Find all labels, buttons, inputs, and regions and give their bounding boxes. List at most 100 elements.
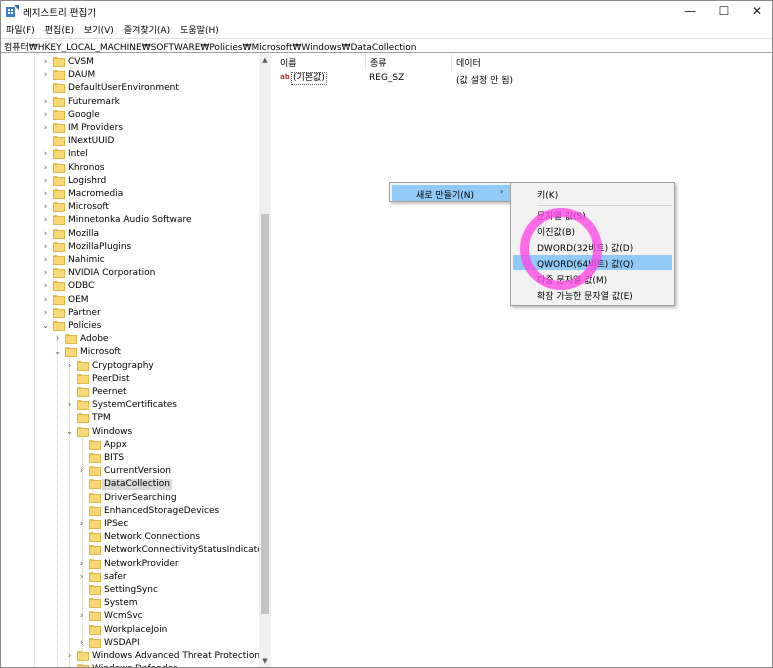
submenu-item-binary-value[interactable]: 이진값(B) — [513, 223, 672, 238]
tree-node[interactable]: › Macromedia — [1, 188, 259, 201]
tree-node[interactable]: Peernet — [1, 386, 259, 399]
menu-favorites[interactable]: 즐겨찾기(A) — [119, 22, 175, 37]
tree-node[interactable]: › Cryptography — [1, 360, 259, 373]
chevron-right-icon[interactable]: › — [77, 465, 86, 478]
tree-node[interactable]: › Partner — [1, 307, 259, 320]
chevron-right-icon[interactable]: › — [77, 571, 86, 584]
tree-node[interactable]: DefaultUserEnvironment — [1, 82, 259, 95]
scroll-thumb[interactable] — [261, 214, 269, 614]
tree-node[interactable]: ⌄ Policies — [1, 320, 259, 333]
tree-node[interactable]: › Logishrd — [1, 175, 259, 188]
chevron-right-icon[interactable]: › — [77, 558, 86, 571]
tree-node[interactable]: › DAUM — [1, 69, 259, 82]
chevron-right-icon[interactable]: › — [41, 56, 50, 69]
chevron-right-icon[interactable]: › — [41, 162, 50, 175]
menu-edit[interactable]: 편집(E) — [40, 22, 79, 37]
tree-node[interactable]: NetworkConnectivityStatusIndicator — [1, 544, 266, 557]
tree-node[interactable]: › MozillaPlugins — [1, 241, 259, 254]
close-button[interactable]: ✕ — [737, 1, 773, 21]
tree-node[interactable]: Network Connections — [1, 531, 259, 544]
tree-node[interactable]: › IPSec — [1, 518, 259, 531]
tree-scrollbar[interactable]: ▲ ▼ — [259, 54, 271, 667]
tree-node[interactable]: › Google — [1, 109, 259, 122]
tree-node[interactable]: › Minnetonka Audio Software — [1, 214, 259, 227]
menu-view[interactable]: 보기(V) — [79, 22, 119, 37]
tree-node[interactable]: System — [1, 597, 259, 610]
tree-node[interactable]: › Adobe — [1, 333, 259, 346]
chevron-right-icon[interactable]: › — [77, 610, 86, 623]
tree-node[interactable]: › Windows Advanced Threat Protection — [1, 650, 260, 663]
menu-help[interactable]: 도움말(H) — [175, 22, 224, 37]
tree-node[interactable]: › CurrentVersion — [1, 465, 259, 478]
chevron-right-icon[interactable]: › — [77, 637, 86, 650]
chevron-right-icon[interactable]: › — [41, 228, 50, 241]
tree-node[interactable]: › IM Providers — [1, 122, 259, 135]
submenu-item-expandable-string-value[interactable]: 확장 가능한 문자열 값(E) — [513, 287, 672, 302]
chevron-right-icon[interactable]: › — [65, 399, 74, 412]
values-pane[interactable]: 이름 종류 데이터 ab (기본값) REG_SZ (값 설정 안 됨) — [276, 54, 772, 667]
tree-node[interactable]: ⌄ Microsoft — [1, 346, 259, 359]
chevron-down-icon[interactable]: ⌄ — [53, 346, 62, 359]
tree-node[interactable]: › Mozilla — [1, 228, 259, 241]
chevron-down-icon[interactable]: ⌄ — [65, 426, 74, 439]
submenu-item-qword-value[interactable]: QWORD(64비트) 값(Q) — [513, 255, 672, 270]
submenu-item-string-value[interactable]: 문자열 값(S) — [513, 207, 672, 222]
chevron-right-icon[interactable]: › — [65, 360, 74, 373]
submenu-item-dword-value[interactable]: DWORD(32비트) 값(D) — [513, 239, 672, 254]
chevron-right-icon[interactable]: › — [41, 69, 50, 82]
chevron-right-icon[interactable]: › — [65, 650, 74, 663]
tree-node[interactable]: DataCollection — [1, 478, 259, 491]
tree-node[interactable]: › WcmSvc — [1, 610, 259, 623]
chevron-right-icon[interactable]: › — [41, 96, 50, 109]
scroll-down-arrow[interactable]: ▼ — [259, 655, 271, 667]
tree-node[interactable]: EnhancedStorageDevices — [1, 505, 259, 518]
column-header-type[interactable]: 종류 — [366, 54, 452, 70]
submenu-item-key[interactable]: 키(K) — [513, 186, 672, 201]
chevron-right-icon[interactable]: › — [41, 109, 50, 122]
column-header-data[interactable]: 데이터 — [452, 54, 542, 70]
chevron-right-icon[interactable]: › — [41, 148, 50, 161]
tree-node[interactable]: › CVSM — [1, 56, 259, 69]
tree-node[interactable]: › OEM — [1, 294, 259, 307]
chevron-down-icon[interactable]: ⌄ — [41, 320, 50, 333]
chevron-right-icon[interactable]: › — [41, 214, 50, 227]
tree-node[interactable]: › SystemCertificates — [1, 399, 259, 412]
tree-node[interactable]: › WSDAPI — [1, 637, 259, 650]
tree-node[interactable]: › NetworkProvider — [1, 558, 259, 571]
chevron-right-icon[interactable]: › — [41, 254, 50, 267]
tree-node[interactable]: DriverSearching — [1, 492, 259, 505]
submenu-item-multi-string-value[interactable]: 다중 문자열 값(M) — [513, 271, 672, 286]
tree-node[interactable]: › Nahimic — [1, 254, 259, 267]
column-header-name[interactable]: 이름 — [276, 54, 366, 70]
chevron-right-icon[interactable]: › — [41, 122, 50, 135]
menu-file[interactable]: 파일(F) — [1, 22, 40, 37]
chevron-right-icon[interactable]: › — [65, 663, 74, 667]
tree-node[interactable]: › Microsoft — [1, 201, 259, 214]
tree-node[interactable]: › Windows Defender — [1, 663, 259, 667]
chevron-right-icon[interactable]: › — [41, 241, 50, 254]
tree-node[interactable]: SettingSync — [1, 584, 259, 597]
tree-node[interactable]: INextUUID — [1, 135, 259, 148]
chevron-right-icon[interactable]: › — [41, 294, 50, 307]
menu-item-new[interactable]: 새로 만들기(N) › — [392, 185, 510, 201]
tree-node[interactable]: › ODBC — [1, 280, 259, 293]
tree-node[interactable]: TPM — [1, 412, 259, 425]
chevron-right-icon[interactable]: › — [41, 175, 50, 188]
chevron-right-icon[interactable]: › — [41, 280, 50, 293]
chevron-right-icon[interactable]: › — [77, 518, 86, 531]
chevron-right-icon[interactable]: › — [41, 188, 50, 201]
chevron-right-icon[interactable]: › — [41, 201, 50, 214]
tree-node[interactable]: Appx — [1, 439, 259, 452]
tree-node[interactable]: › Khronos — [1, 162, 259, 175]
tree-node[interactable]: BITS — [1, 452, 259, 465]
chevron-right-icon[interactable]: › — [41, 267, 50, 280]
scroll-up-arrow[interactable]: ▲ — [259, 54, 271, 66]
tree-node[interactable]: › NVIDIA Corporation — [1, 267, 259, 280]
chevron-right-icon[interactable]: › — [41, 307, 50, 320]
address-bar[interactable]: 컴퓨터₩HKEY_LOCAL_MACHINE₩SOFTWARE₩Policies… — [1, 38, 772, 53]
chevron-right-icon[interactable]: › — [53, 333, 62, 346]
value-row[interactable]: ab (기본값) REG_SZ (값 설정 안 됨) — [276, 71, 576, 86]
tree-node[interactable]: WorkplaceJoin — [1, 624, 259, 637]
tree-node[interactable]: PeerDist — [1, 373, 259, 386]
tree-node[interactable]: › safer — [1, 571, 259, 584]
